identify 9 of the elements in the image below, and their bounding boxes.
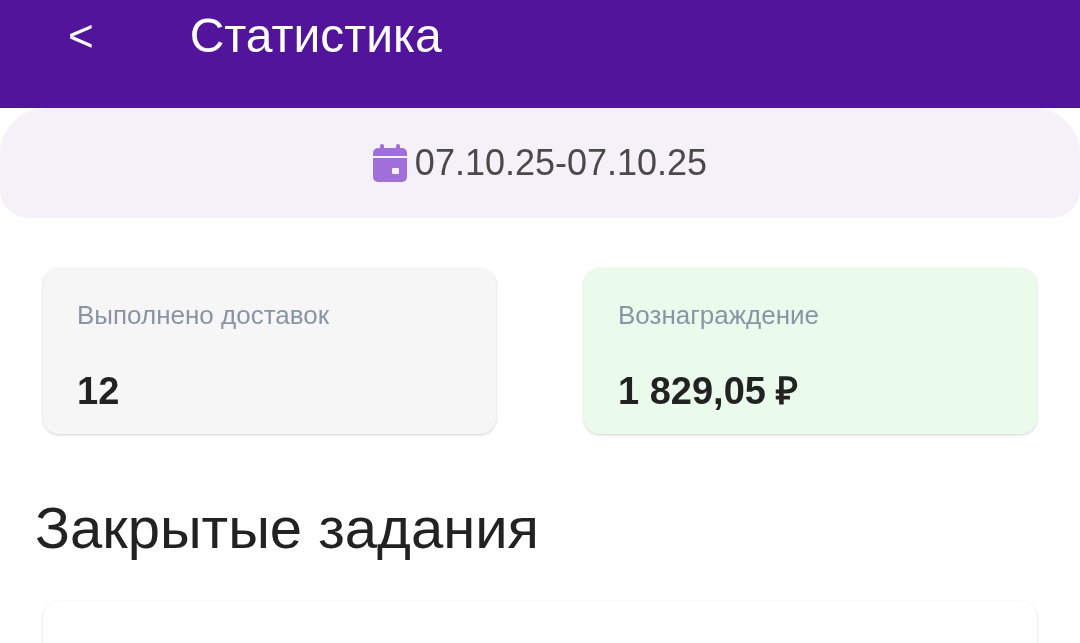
card-value: 12 xyxy=(77,369,121,414)
page-title: Статистика xyxy=(189,8,442,64)
date-range-bar[interactable]: 07.10.25-07.10.25 xyxy=(0,108,1080,218)
card-label: Выполнено доставок xyxy=(77,299,331,332)
card-label: Вознаграждение xyxy=(618,299,821,332)
section-title: Закрытые задания xyxy=(35,494,541,562)
calendar-icon xyxy=(372,144,407,182)
card-value: 1 829,05 ₽ xyxy=(618,369,800,414)
back-button[interactable]: < xyxy=(62,14,100,58)
